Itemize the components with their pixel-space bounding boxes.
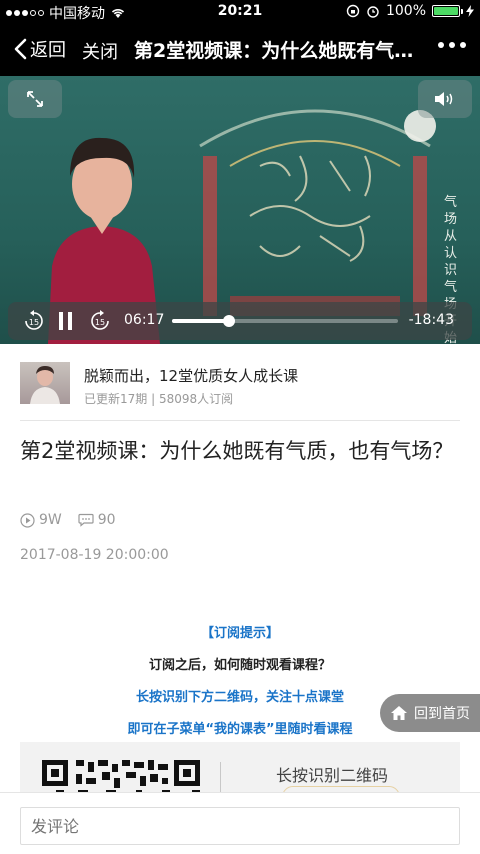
tip-heading: 【订阅提示】 (200, 626, 279, 641)
qr-instruction: 长按识别二维码 (276, 766, 389, 785)
close-button[interactable]: 关闭 (82, 38, 118, 64)
publish-date: 2017-08-19 20:00:00 (20, 547, 169, 563)
mute-button[interactable] (418, 80, 472, 118)
nav-bar: 返回 关闭 第2堂视频课：为什么她既有气质，也有气场？ (0, 22, 480, 76)
status-bar: 中国移动 20:21 100% (0, 0, 480, 22)
expand-icon (27, 91, 43, 107)
skip-forward-15-icon: 15 (91, 310, 109, 330)
video-controls: 15 15 06:17 -18:43 (8, 302, 472, 340)
skip-forward-button[interactable]: 15 (88, 309, 112, 337)
seek-handle[interactable] (222, 315, 235, 327)
course-thumbnail (20, 362, 70, 404)
svg-text:15: 15 (95, 318, 105, 327)
home-icon (391, 706, 407, 720)
battery-icon (432, 5, 463, 17)
comment-input[interactable] (20, 807, 460, 845)
video-player[interactable]: 气场从认识气场开始 15 15 06:17 -18:43 (0, 76, 480, 344)
skip-back-15-icon: 15 (25, 310, 43, 330)
pause-button[interactable] (58, 311, 74, 335)
tip-question: 订阅之后，如何随时观看课程？ (148, 658, 331, 673)
charging-icon (466, 5, 474, 17)
svg-text:15: 15 (29, 318, 39, 327)
play-count: 9W (20, 512, 62, 528)
fullscreen-button[interactable] (8, 80, 62, 118)
back-label: 返回 (30, 40, 66, 61)
comment-count: 90 (78, 512, 116, 528)
chevron-left-icon (14, 38, 27, 60)
play-circle-icon (20, 512, 35, 528)
article-title: 第2堂视频课：为什么她既有气质，也有气场？ (20, 439, 454, 463)
article-stats: 9W 90 (20, 512, 132, 528)
more-button[interactable] (438, 42, 466, 48)
rotation-lock-icon (346, 4, 360, 18)
comment-bubble-icon (78, 513, 94, 527)
back-button[interactable]: 返回 (14, 36, 66, 62)
current-time: 06:17 (124, 312, 165, 328)
course-card[interactable]: 脱颖而出，12堂优质女人成长课 已更新17期 | 58098人订阅 (20, 362, 460, 408)
comment-bar (0, 792, 480, 854)
remaining-time: -18:43 (408, 312, 454, 328)
seek-progress (172, 319, 229, 323)
chalkboard-illustration (199, 109, 436, 316)
pause-icon (59, 312, 72, 330)
volume-icon (435, 92, 453, 106)
page-title: 第2堂视频课：为什么她既有气质，也有气场？ (134, 40, 418, 62)
home-button[interactable]: 回到首页 (380, 694, 480, 732)
course-meta: 已更新17期 | 58098人订阅 (84, 392, 234, 406)
battery-percent: 100% (385, 3, 426, 19)
seek-bar[interactable] (172, 315, 398, 327)
comment-count-value: 90 (97, 512, 116, 528)
skip-back-button[interactable]: 15 (22, 309, 46, 337)
divider (20, 420, 460, 421)
alarm-icon (367, 6, 379, 18)
qr-separator (220, 762, 221, 792)
home-button-label: 回到首页 (414, 706, 470, 722)
course-name: 脱颖而出，12堂优质女人成长课 (84, 367, 299, 385)
play-count-value: 9W (39, 512, 62, 528)
